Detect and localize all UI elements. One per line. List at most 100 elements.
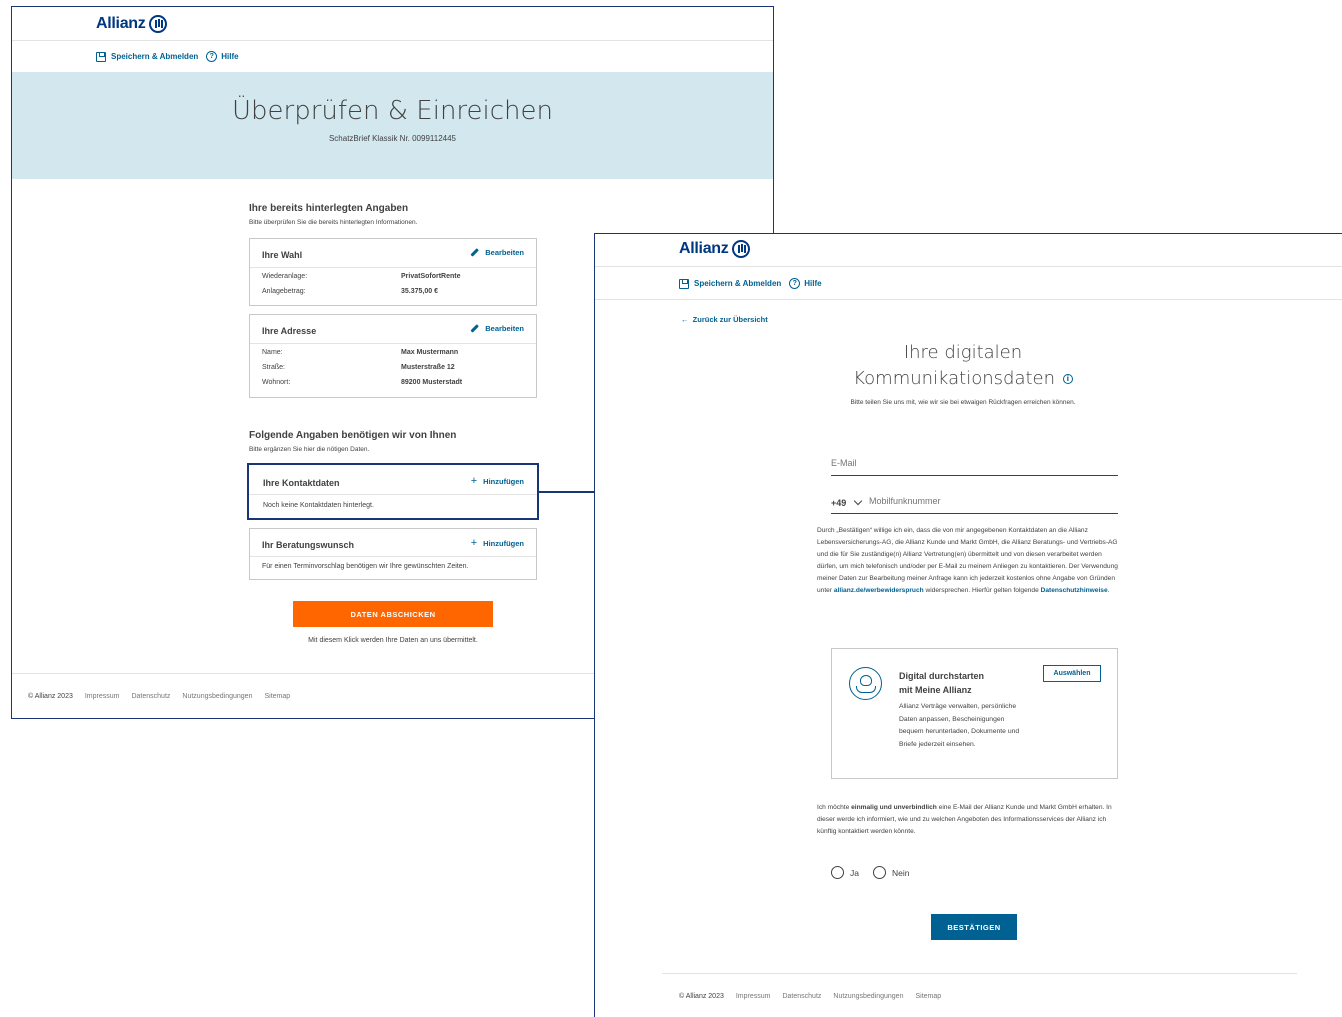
contact-data-screen: Allianz Speichern & Abmelden ? Hilfe ← Z…	[594, 233, 1342, 1017]
consent-text-part: widersprechen. Hierfür gelten folgende	[923, 587, 1041, 594]
back-label: Zurück zur Übersicht	[692, 315, 768, 324]
promo-title: Digital durchstarten mit Meine Allianz	[899, 669, 1039, 697]
save-logout-link[interactable]: Speichern & Abmelden	[694, 279, 781, 288]
utility-bar: Speichern & Abmelden ? Hilfe	[679, 278, 822, 289]
confirm-button[interactable]: BESTÄTIGEN	[931, 914, 1017, 940]
row-label: Name:	[262, 349, 283, 356]
row-value: PrivatSofortRente	[401, 273, 461, 280]
logo-text: Allianz	[679, 240, 729, 257]
card-divider	[250, 267, 536, 268]
row-value: 89200 Musterstadt	[401, 379, 463, 386]
help-link[interactable]: Hilfe	[804, 279, 821, 288]
optin-text-part: Ich möchte	[817, 804, 852, 811]
save-icon	[679, 278, 689, 289]
help-link[interactable]: Hilfe	[221, 52, 238, 61]
help-icon: ?	[789, 278, 801, 289]
logo-text: Allianz	[96, 15, 146, 32]
card-consult-title: Ihr Beratungswunsch	[262, 540, 355, 550]
optin-radio-group: Ja Nein	[831, 866, 923, 879]
promo-title-line1: Digital durchstarten	[899, 671, 985, 681]
heart-hand-icon	[849, 667, 882, 700]
help-icon: ?	[206, 51, 218, 62]
consent-text-part: .	[1107, 587, 1110, 594]
hero-banner: Überprüfen & Einreichen SchatzBrief Klas…	[12, 72, 773, 179]
email-field[interactable]	[831, 454, 1118, 476]
arrow-left-icon: ←	[681, 315, 693, 324]
card-contact[interactable]: Ihre Kontaktdaten + Hinzufügen Noch kein…	[247, 463, 539, 520]
utility-divider	[595, 299, 1342, 300]
footer-link-nutzungsbedingungen[interactable]: Nutzungsbedingungen	[833, 993, 903, 1000]
chevron-down-icon[interactable]	[853, 496, 863, 506]
werbewiderspruch-link[interactable]: allianz.de/werbewiderspruch	[834, 587, 924, 594]
back-to-overview-link[interactable]: ← Zurück zur Übersicht	[681, 315, 768, 324]
card-divider	[250, 556, 536, 557]
phone-field[interactable]: +49	[831, 492, 1118, 514]
consent-text: Durch „Bestätigen“ willige ich ein, dass…	[817, 525, 1122, 597]
footer-link-nutzungsbedingungen[interactable]: Nutzungsbedingungen	[182, 693, 252, 700]
page-subtitle: Bitte teilen Sie uns mit, wie wir sie be…	[850, 399, 1076, 406]
allianz-logo[interactable]: Allianz	[96, 15, 168, 33]
radio-no[interactable]	[872, 866, 886, 879]
card-divider	[249, 494, 537, 495]
consent-text-part: Durch „Bestätigen“ willige ich ein, dass…	[817, 527, 1118, 594]
needed-section-title: Folgende Angaben benötigen wir von Ihnen	[249, 430, 457, 441]
footer-link-impressum[interactable]: Impressum	[85, 693, 120, 700]
add-contact-button[interactable]: + Hinzufügen	[471, 476, 524, 487]
radio-yes-label[interactable]: Ja	[850, 868, 859, 878]
header-divider	[595, 266, 1342, 267]
page-title-line2: Kommunikationsdaten	[853, 368, 1056, 389]
card-consult: Ihr Beratungswunsch + Hinzufügen Für ein…	[249, 528, 537, 580]
copyright: © Allianz 2023	[679, 993, 724, 1000]
card-choice: Ihre Wahl Bearbeiten Wiederanlage: Priva…	[249, 238, 537, 306]
submit-note: Mit diesem Klick werden Ihre Daten an un…	[308, 637, 478, 644]
meine-allianz-promo-card: Digital durchstarten mit Meine Allianz A…	[831, 648, 1118, 779]
optin-text: Ich möchte einmalig und unverbindlich ei…	[817, 802, 1122, 838]
save-icon	[96, 51, 106, 62]
plus-icon: +	[470, 475, 478, 487]
add-consult-button[interactable]: + Hinzufügen	[471, 538, 524, 549]
radio-yes[interactable]	[831, 866, 844, 879]
footer-link-datenschutz[interactable]: Datenschutz	[131, 693, 170, 700]
edit-label: Bearbeiten	[485, 324, 524, 333]
needed-section-subtitle: Bitte ergänzen Sie hier die nötigen Date…	[249, 446, 370, 453]
card-divider	[250, 343, 536, 344]
plus-icon: +	[470, 537, 478, 549]
edit-label: Bearbeiten	[485, 248, 524, 257]
submit-data-button[interactable]: DATEN ABSCHICKEN	[293, 601, 493, 627]
edit-choice-button[interactable]: Bearbeiten	[470, 248, 524, 257]
card-consult-note: Für einen Terminvorschlag benötigen wir …	[262, 563, 469, 570]
footer-link-sitemap[interactable]: Sitemap	[915, 993, 941, 1000]
card-address: Ihre Adresse Bearbeiten Name: Max Muster…	[249, 314, 537, 398]
radio-no-label[interactable]: Nein	[892, 868, 909, 878]
add-label: Hinzufügen	[483, 539, 524, 548]
footer-link-datenschutz[interactable]: Datenschutz	[782, 993, 821, 1000]
privacy-notice-link[interactable]: Datenschutzhinweise	[1041, 587, 1108, 594]
row-value: Musterstraße 12	[401, 364, 455, 371]
card-address-title: Ihre Adresse	[262, 326, 317, 336]
row-value: 35.375,00 €	[401, 288, 438, 295]
promo-body: Allianz Verträge verwalten, persönliche …	[899, 703, 1020, 748]
country-code-select[interactable]: +49	[831, 498, 846, 508]
card-contact-note: Noch keine Kontaktdaten hinterlegt.	[263, 502, 374, 509]
add-label: Hinzufügen	[483, 477, 524, 486]
email-input[interactable]	[831, 454, 1118, 468]
phone-input[interactable]	[869, 496, 1109, 506]
allianz-logo[interactable]: Allianz	[679, 240, 751, 258]
footer-divider	[662, 973, 1297, 974]
promo-title-line2: mit Meine Allianz	[899, 685, 972, 695]
page-title: Ihre digitalen Kommunikationsdaten i	[795, 340, 1131, 392]
save-logout-link[interactable]: Speichern & Abmelden	[111, 52, 198, 61]
row-label: Wiederanlage:	[262, 273, 308, 280]
footer-links: © Allianz 2023 Impressum Datenschutz Nut…	[28, 693, 290, 700]
info-icon[interactable]: i	[1062, 374, 1073, 384]
copyright: © Allianz 2023	[28, 693, 73, 700]
card-contact-title: Ihre Kontaktdaten	[263, 478, 340, 488]
footer-link-sitemap[interactable]: Sitemap	[264, 693, 290, 700]
row-label: Straße:	[262, 364, 285, 371]
footer-links: © Allianz 2023 Impressum Datenschutz Nut…	[679, 993, 941, 1000]
page-title-line1: Ihre digitalen	[903, 342, 1023, 363]
header-divider	[12, 40, 773, 41]
footer-link-impressum[interactable]: Impressum	[736, 993, 771, 1000]
select-promo-button[interactable]: Auswählen	[1043, 665, 1101, 682]
edit-address-button[interactable]: Bearbeiten	[470, 324, 524, 333]
